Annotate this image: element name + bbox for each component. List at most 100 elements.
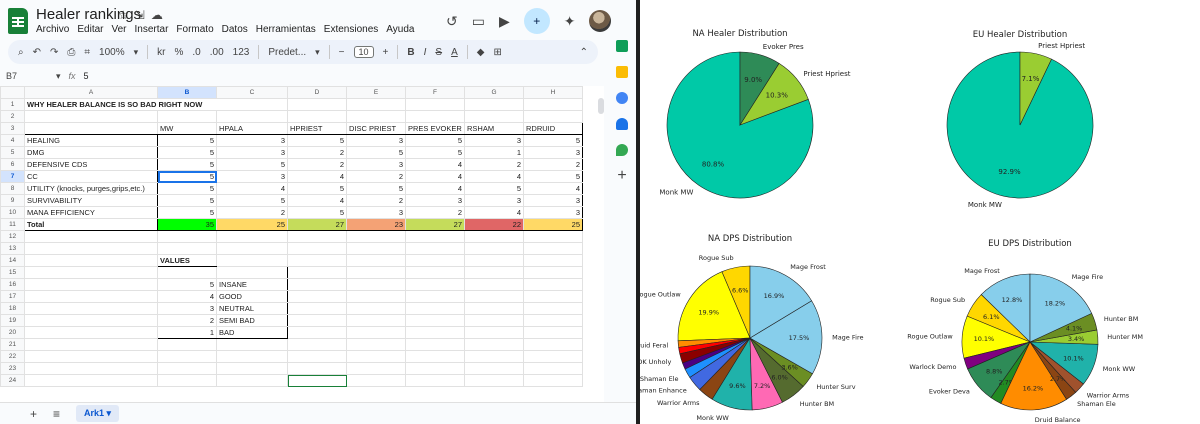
- gemini-icon[interactable]: ✦: [564, 13, 576, 30]
- cell[interactable]: [287, 338, 347, 351]
- value-cell[interactable]: 4: [405, 170, 465, 183]
- menu-insertar[interactable]: Insertar: [135, 24, 169, 35]
- menu-extensiones[interactable]: Extensiones: [324, 24, 378, 35]
- cell[interactable]: [405, 338, 465, 351]
- maps-icon[interactable]: [616, 144, 628, 156]
- value-cell[interactable]: 3: [464, 134, 524, 147]
- legend-number-cell[interactable]: 2: [157, 314, 217, 327]
- cell[interactable]: [405, 314, 465, 327]
- column-header-b[interactable]: B: [157, 86, 217, 99]
- cell[interactable]: [24, 326, 158, 339]
- cell[interactable]: [216, 338, 288, 351]
- value-cell[interactable]: 5: [287, 206, 347, 219]
- cell[interactable]: [157, 362, 217, 375]
- cell[interactable]: [287, 230, 347, 243]
- name-box[interactable]: B7: [0, 71, 56, 81]
- row-header[interactable]: 9: [0, 194, 25, 207]
- value-cell[interactable]: 3: [346, 158, 406, 171]
- cell[interactable]: [464, 290, 524, 303]
- cell[interactable]: [287, 266, 347, 279]
- font-size-decrease-button[interactable]: −: [339, 47, 345, 58]
- total-cell[interactable]: 35: [157, 218, 217, 231]
- value-cell[interactable]: 2: [346, 194, 406, 207]
- cell[interactable]: [24, 290, 158, 303]
- value-cell[interactable]: 2: [523, 158, 583, 171]
- cell[interactable]: [346, 362, 406, 375]
- total-cell[interactable]: 27: [287, 218, 347, 231]
- column-header-g[interactable]: G: [464, 86, 524, 99]
- strikethrough-button[interactable]: S: [435, 47, 442, 58]
- cell[interactable]: [464, 362, 524, 375]
- legend-number-cell[interactable]: 4: [157, 290, 217, 303]
- value-cell[interactable]: 2: [287, 146, 347, 159]
- cloud-status-icon[interactable]: ☁: [151, 8, 163, 22]
- column-header-e[interactable]: E: [346, 86, 406, 99]
- cell[interactable]: [287, 98, 347, 111]
- value-cell[interactable]: 3: [346, 206, 406, 219]
- print-icon[interactable]: ⎙: [67, 47, 75, 58]
- row-header[interactable]: 1: [0, 98, 25, 111]
- redo-icon[interactable]: ↷: [50, 47, 58, 58]
- legend-label-cell[interactable]: BAD: [216, 326, 288, 339]
- value-cell[interactable]: 2: [216, 206, 288, 219]
- column-label-cell[interactable]: HPALA: [216, 122, 288, 135]
- cell[interactable]: [464, 98, 524, 111]
- cell[interactable]: [464, 338, 524, 351]
- cell[interactable]: [405, 374, 465, 387]
- value-cell[interactable]: 3: [216, 146, 288, 159]
- cell[interactable]: [24, 314, 158, 327]
- cell[interactable]: [523, 302, 583, 315]
- cell[interactable]: [523, 98, 583, 111]
- value-cell[interactable]: 5: [405, 134, 465, 147]
- row-header[interactable]: 19: [0, 314, 25, 327]
- values-title-cell[interactable]: VALUES: [157, 254, 217, 267]
- cell[interactable]: [216, 350, 288, 363]
- cell[interactable]: [405, 362, 465, 375]
- cell[interactable]: [464, 374, 524, 387]
- cell[interactable]: [405, 290, 465, 303]
- cell[interactable]: [405, 230, 465, 243]
- increase-decimal-button[interactable]: .00: [210, 47, 224, 58]
- total-cell[interactable]: 25: [216, 218, 288, 231]
- value-cell[interactable]: 1: [464, 146, 524, 159]
- column-label-cell[interactable]: RSHAM: [464, 122, 524, 135]
- sheet-title-cell[interactable]: WHY HEALER BALANCE IS SO BAD RIGHT NOW: [24, 98, 288, 111]
- cell[interactable]: [464, 110, 524, 123]
- row-header[interactable]: 12: [0, 230, 25, 243]
- row-label-cell[interactable]: MANA EFFICIENCY: [24, 206, 158, 219]
- formula-input[interactable]: 5: [84, 71, 89, 81]
- row-header[interactable]: 11: [0, 218, 25, 231]
- cell[interactable]: [24, 122, 158, 135]
- column-label-cell[interactable]: MW: [157, 122, 217, 135]
- cell[interactable]: [523, 254, 583, 267]
- cell[interactable]: [216, 254, 288, 267]
- row-header[interactable]: 24: [0, 374, 25, 387]
- cell[interactable]: [287, 110, 347, 123]
- font-size-increase-button[interactable]: +: [383, 47, 389, 58]
- cell[interactable]: [346, 326, 406, 339]
- cell[interactable]: [405, 110, 465, 123]
- value-cell[interactable]: 4: [405, 182, 465, 195]
- row-label-cell[interactable]: CC: [24, 170, 158, 183]
- zoom-select[interactable]: 100%: [99, 47, 125, 58]
- row-header[interactable]: 3: [0, 122, 25, 135]
- cell[interactable]: [346, 110, 406, 123]
- row-label-cell[interactable]: DEFENSIVE CDS: [24, 158, 158, 171]
- value-cell[interactable]: 3: [216, 170, 288, 183]
- cell[interactable]: [24, 254, 158, 267]
- cell[interactable]: [464, 278, 524, 291]
- cell[interactable]: [24, 362, 158, 375]
- value-cell[interactable]: 5: [157, 158, 217, 171]
- move-icon[interactable]: ⇲: [135, 8, 145, 22]
- cell[interactable]: [405, 350, 465, 363]
- cell[interactable]: [287, 278, 347, 291]
- column-label-cell[interactable]: DISC PRIEST: [346, 122, 406, 135]
- column-label-cell[interactable]: RDRUID: [523, 122, 583, 135]
- menu-archivo[interactable]: Archivo: [36, 24, 69, 35]
- cell[interactable]: [24, 278, 158, 291]
- collapse-toolbar-icon[interactable]: ⌃: [580, 47, 588, 58]
- cell[interactable]: [405, 98, 465, 111]
- cell[interactable]: [216, 266, 288, 279]
- cell[interactable]: [346, 98, 406, 111]
- cell[interactable]: [464, 242, 524, 255]
